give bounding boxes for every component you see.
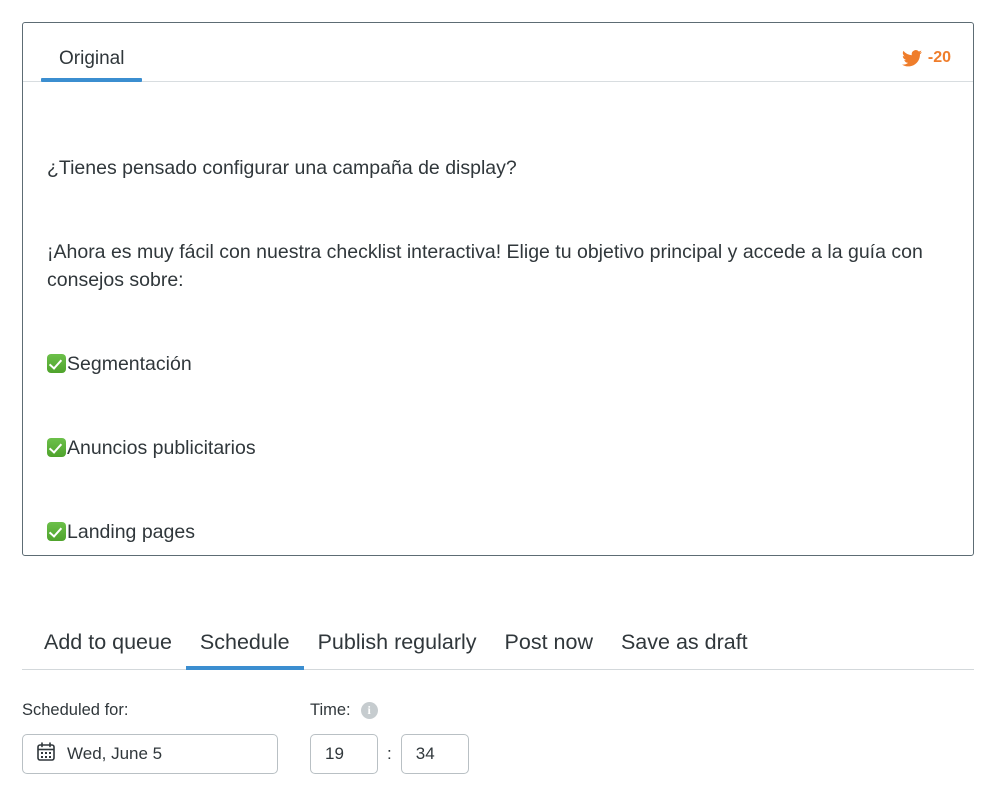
time-input-group: 19 : 34 [310, 734, 469, 774]
publish-mode-tabs: Add to queue Schedule Publish regularly … [22, 608, 974, 670]
info-icon[interactable]: i [360, 701, 378, 719]
minute-input[interactable]: 34 [400, 734, 469, 774]
minute-value: 34 [415, 744, 435, 763]
schedule-controls: Scheduled for: Time: i Wed, June 5 19: … [22, 698, 974, 774]
scheduled-date-input[interactable]: Wed, June 5 [22, 734, 278, 774]
time-label-group: Time: i [310, 701, 378, 720]
checklist-label: Anuncios publicitarios [67, 437, 256, 459]
tab-add-to-queue[interactable]: Add to queue [30, 629, 186, 670]
character-counter: -20 [901, 49, 973, 81]
check-mark-icon [47, 522, 66, 541]
tab-post-now-label: Post now [504, 629, 593, 654]
tab-post-now[interactable]: Post now [491, 629, 607, 670]
composer-panel: Original -20 ¿Tienes pensado configurar … [22, 22, 974, 556]
tab-original-label: Original [59, 48, 125, 69]
tab-add-to-queue-label: Add to queue [44, 629, 172, 654]
hour-value: 19 [325, 744, 344, 763]
checklist-label: Landing pages [67, 521, 195, 543]
scheduled-for-label: Scheduled for: [22, 700, 129, 719]
twitter-bird-icon [901, 49, 922, 67]
tab-publish-regularly[interactable]: Publish regularly [304, 629, 491, 670]
time-label: Time: [310, 700, 351, 719]
time-separator: : [387, 744, 392, 763]
checklist-item-2: Anuncios publicitarios [47, 434, 949, 462]
character-count-value: -20 [927, 49, 951, 66]
post-line-2: ¡Ahora es muy fácil con nuestra checklis… [47, 241, 929, 291]
tab-save-as-draft-label: Save as draft [620, 629, 748, 654]
check-mark-icon [47, 438, 66, 457]
schedule-labels-row: Scheduled for: Time: i [22, 698, 974, 722]
checklist-label: Segmentación [67, 353, 192, 375]
post-line-1: ¿Tienes pensado configurar una campaña d… [47, 157, 517, 179]
tab-save-as-draft[interactable]: Save as draft [607, 629, 762, 670]
calendar-icon [37, 742, 55, 766]
checklist-item-1: Segmentación [47, 350, 949, 378]
schedule-fields-row: Wed, June 5 19 : 34 [22, 734, 974, 774]
check-mark-icon [47, 354, 66, 373]
checklist-item-3: Landing pages [47, 518, 949, 546]
post-composer-page: Original -20 ¿Tienes pensado configurar … [0, 0, 998, 800]
composer-body: ¿Tienes pensado configurar una campaña d… [23, 82, 973, 555]
tab-schedule[interactable]: Schedule [185, 629, 304, 670]
scheduled-date-value: Wed, June 5 [67, 744, 163, 763]
tab-original[interactable]: Original [41, 48, 143, 82]
tab-publish-regularly-label: Publish regularly [317, 629, 477, 654]
hour-input[interactable]: 19 [310, 734, 378, 774]
composer-tab-bar: Original -20 [23, 23, 973, 82]
tab-schedule-label: Schedule [199, 629, 290, 654]
post-text-editor[interactable]: ¿Tienes pensado configurar una campaña d… [47, 98, 949, 555]
